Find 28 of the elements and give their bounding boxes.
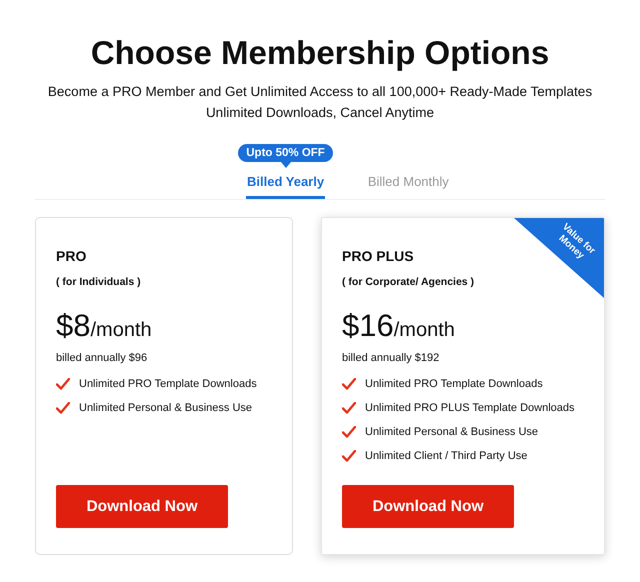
- plan-name: PRO: [56, 248, 88, 264]
- check-icon: [342, 450, 356, 462]
- download-button[interactable]: Download Now: [56, 485, 228, 528]
- billing-tab[interactable]: Billed Monthly: [366, 168, 450, 199]
- page-title: Choose Membership Options: [90, 34, 550, 72]
- check-icon: [342, 402, 356, 414]
- plan-audience: ( for Corporate/ Agencies ): [342, 276, 476, 288]
- feature-text: Unlimited Personal & Business Use: [365, 426, 538, 438]
- check-icon: [342, 426, 356, 438]
- price-period: /month: [90, 319, 152, 342]
- price-amount: $8: [56, 308, 90, 344]
- check-icon: [56, 378, 70, 390]
- subtitle: Become a PRO Member and Get Unlimited Access to all 100,000+ Ready-Made Templates: [48, 83, 592, 101]
- billing-note: billed annually $192: [342, 352, 440, 364]
- feature-text: Unlimited Client / Third Party Use: [365, 450, 528, 462]
- feature-text: Unlimited PRO PLUS Template Downloads: [365, 402, 574, 414]
- download-button[interactable]: Download Now: [342, 485, 514, 528]
- billing-note: billed annually $96: [56, 352, 148, 364]
- price-period: /month: [394, 319, 455, 342]
- subtitle: Unlimited Downloads, Cancel Anytime: [206, 104, 434, 122]
- feature-text: Unlimited PRO Template Downloads: [79, 378, 257, 390]
- billing-tab[interactable]: Billed Yearly: [246, 168, 326, 199]
- plan-audience: ( for Individuals ): [56, 276, 142, 288]
- check-icon: [56, 402, 70, 414]
- feature-text: Unlimited PRO Template Downloads: [365, 378, 543, 390]
- feature-text: Unlimited Personal & Business Use: [79, 402, 252, 414]
- check-icon: [342, 378, 356, 390]
- price-amount: $16: [342, 308, 394, 344]
